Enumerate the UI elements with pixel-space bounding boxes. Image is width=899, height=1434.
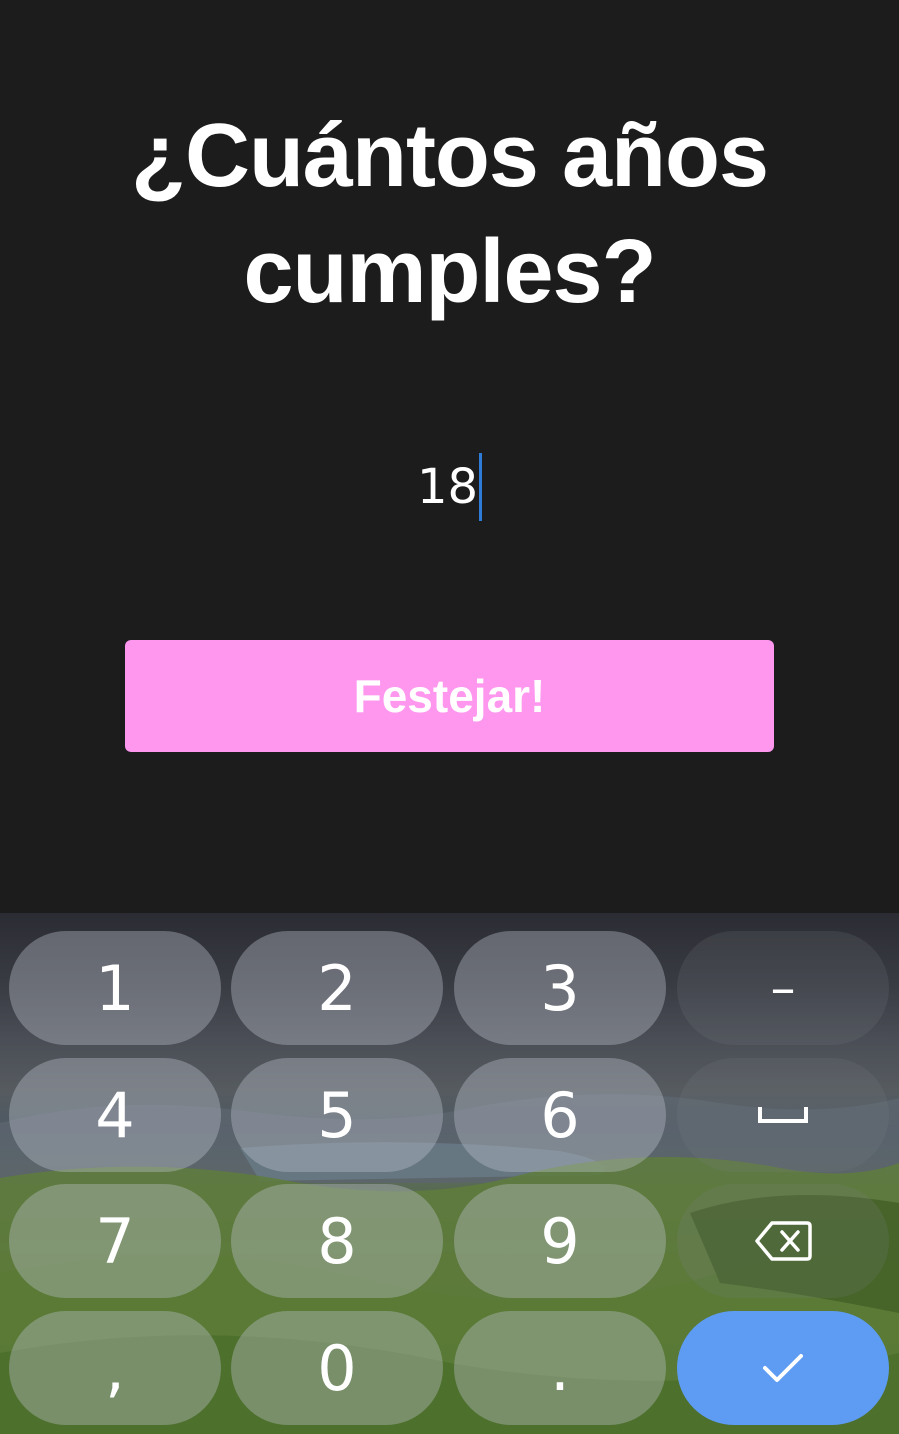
key-4[interactable]: 4 [9, 1058, 221, 1172]
key-1[interactable]: 1 [9, 931, 221, 1045]
key-2-label: 2 [317, 951, 357, 1025]
key-0-label: 0 [317, 1331, 357, 1405]
key-9[interactable]: 9 [454, 1184, 666, 1298]
page-title: ¿Cuántos años cumples? [130, 106, 769, 322]
text-cursor [479, 453, 483, 521]
key-0[interactable]: 0 [231, 1311, 443, 1425]
key-3[interactable]: 3 [454, 931, 666, 1045]
key-6-label: 6 [540, 1078, 580, 1152]
numeric-keyboard: 1 2 3 – 4 5 6 7 8 9 , 0 . [0, 913, 899, 1434]
key-comma-label: , [105, 1331, 125, 1405]
key-7[interactable]: 7 [9, 1184, 221, 1298]
key-3-label: 3 [540, 951, 580, 1025]
key-backspace[interactable] [677, 1184, 889, 1298]
age-input-value: 18 [416, 459, 479, 515]
key-8-label: 8 [317, 1204, 357, 1278]
space-bar-icon [758, 1107, 808, 1123]
key-space[interactable] [677, 1058, 889, 1172]
key-6[interactable]: 6 [454, 1058, 666, 1172]
key-period-label: . [550, 1331, 570, 1405]
app-screen: ¿Cuántos años cumples? 18 Festejar! 1 2 … [0, 0, 899, 1434]
key-7-label: 7 [95, 1204, 135, 1278]
key-comma[interactable]: , [9, 1311, 221, 1425]
key-1-label: 1 [95, 951, 135, 1025]
key-2[interactable]: 2 [231, 931, 443, 1045]
key-8[interactable]: 8 [231, 1184, 443, 1298]
backspace-icon [755, 1221, 812, 1261]
key-minus[interactable]: – [677, 931, 889, 1045]
age-input[interactable]: 18 [0, 450, 899, 524]
key-done[interactable] [677, 1311, 889, 1425]
key-period[interactable]: . [454, 1311, 666, 1425]
key-9-label: 9 [540, 1204, 580, 1278]
festejar-button[interactable]: Festejar! [125, 640, 774, 752]
checkmark-icon [763, 1354, 803, 1382]
key-minus-label: – [770, 959, 796, 1017]
key-5-label: 5 [317, 1078, 357, 1152]
key-4-label: 4 [95, 1078, 135, 1152]
key-5[interactable]: 5 [231, 1058, 443, 1172]
